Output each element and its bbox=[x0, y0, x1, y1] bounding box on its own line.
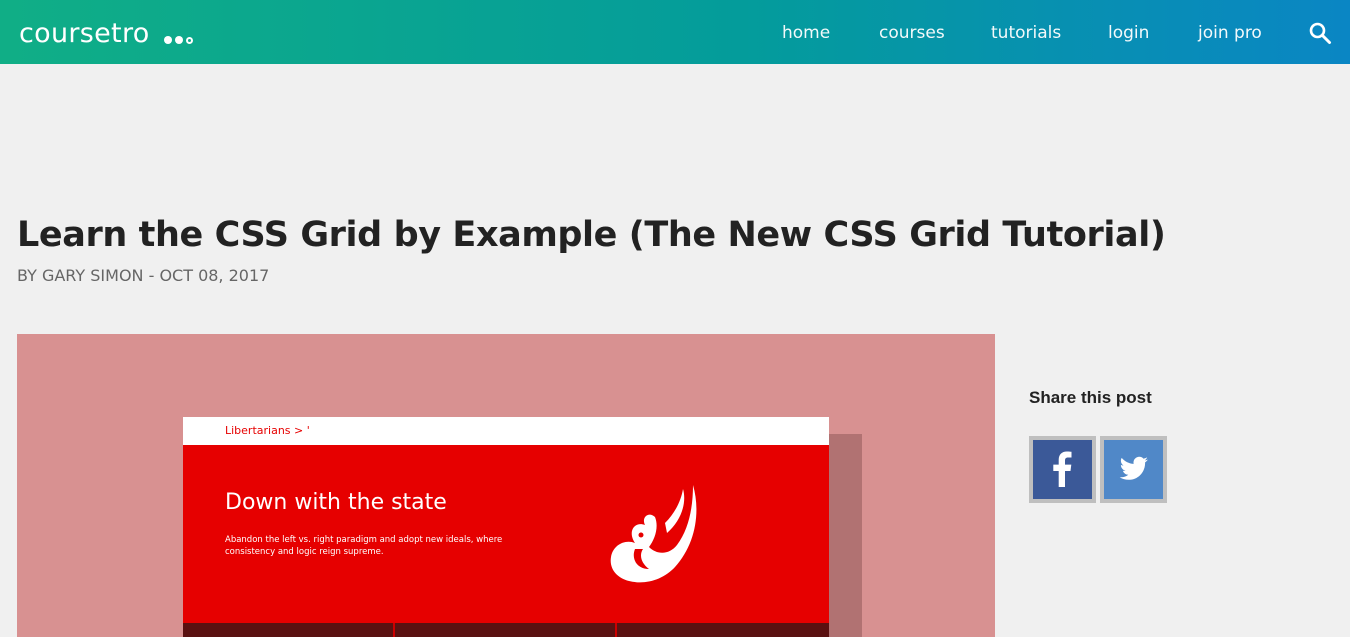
twitter-icon bbox=[1119, 456, 1148, 480]
share-title: Share this post bbox=[1029, 388, 1152, 407]
nav-login[interactable]: login bbox=[1108, 20, 1149, 46]
nav-join-pro[interactable]: join pro bbox=[1198, 20, 1262, 46]
eagle-emblem-icon bbox=[605, 483, 705, 587]
facebook-share-button[interactable] bbox=[1029, 436, 1096, 503]
mockup-subtext: Abandon the left vs. right paradigm and … bbox=[225, 535, 503, 557]
post-byline: BY GARY SIMON - OCT 08, 2017 bbox=[17, 266, 270, 285]
mockup-topbar: Libertarians > ' bbox=[183, 417, 829, 445]
twitter-share-button[interactable] bbox=[1100, 436, 1167, 503]
facebook-icon bbox=[1053, 451, 1072, 487]
mockup-brand: Libertarians > ' bbox=[225, 424, 310, 437]
nav-tutorials[interactable]: tutorials bbox=[991, 20, 1061, 46]
site-header: coursetro home courses tutorials login j… bbox=[0, 0, 1350, 64]
hero-image: Libertarians > ' Down with the state Aba… bbox=[17, 334, 995, 637]
nav-home[interactable]: home bbox=[782, 20, 830, 46]
mockup-heading: Down with the state bbox=[225, 490, 447, 515]
site-logo[interactable]: coursetro bbox=[19, 17, 150, 51]
nav-courses[interactable]: courses bbox=[879, 20, 945, 46]
search-icon[interactable] bbox=[1308, 21, 1332, 45]
mockup-footer-bar bbox=[183, 623, 829, 637]
post-title: Learn the CSS Grid by Example (The New C… bbox=[17, 215, 1166, 255]
website-mockup: Libertarians > ' Down with the state Aba… bbox=[183, 417, 829, 637]
logo-dots-icon bbox=[164, 36, 198, 48]
